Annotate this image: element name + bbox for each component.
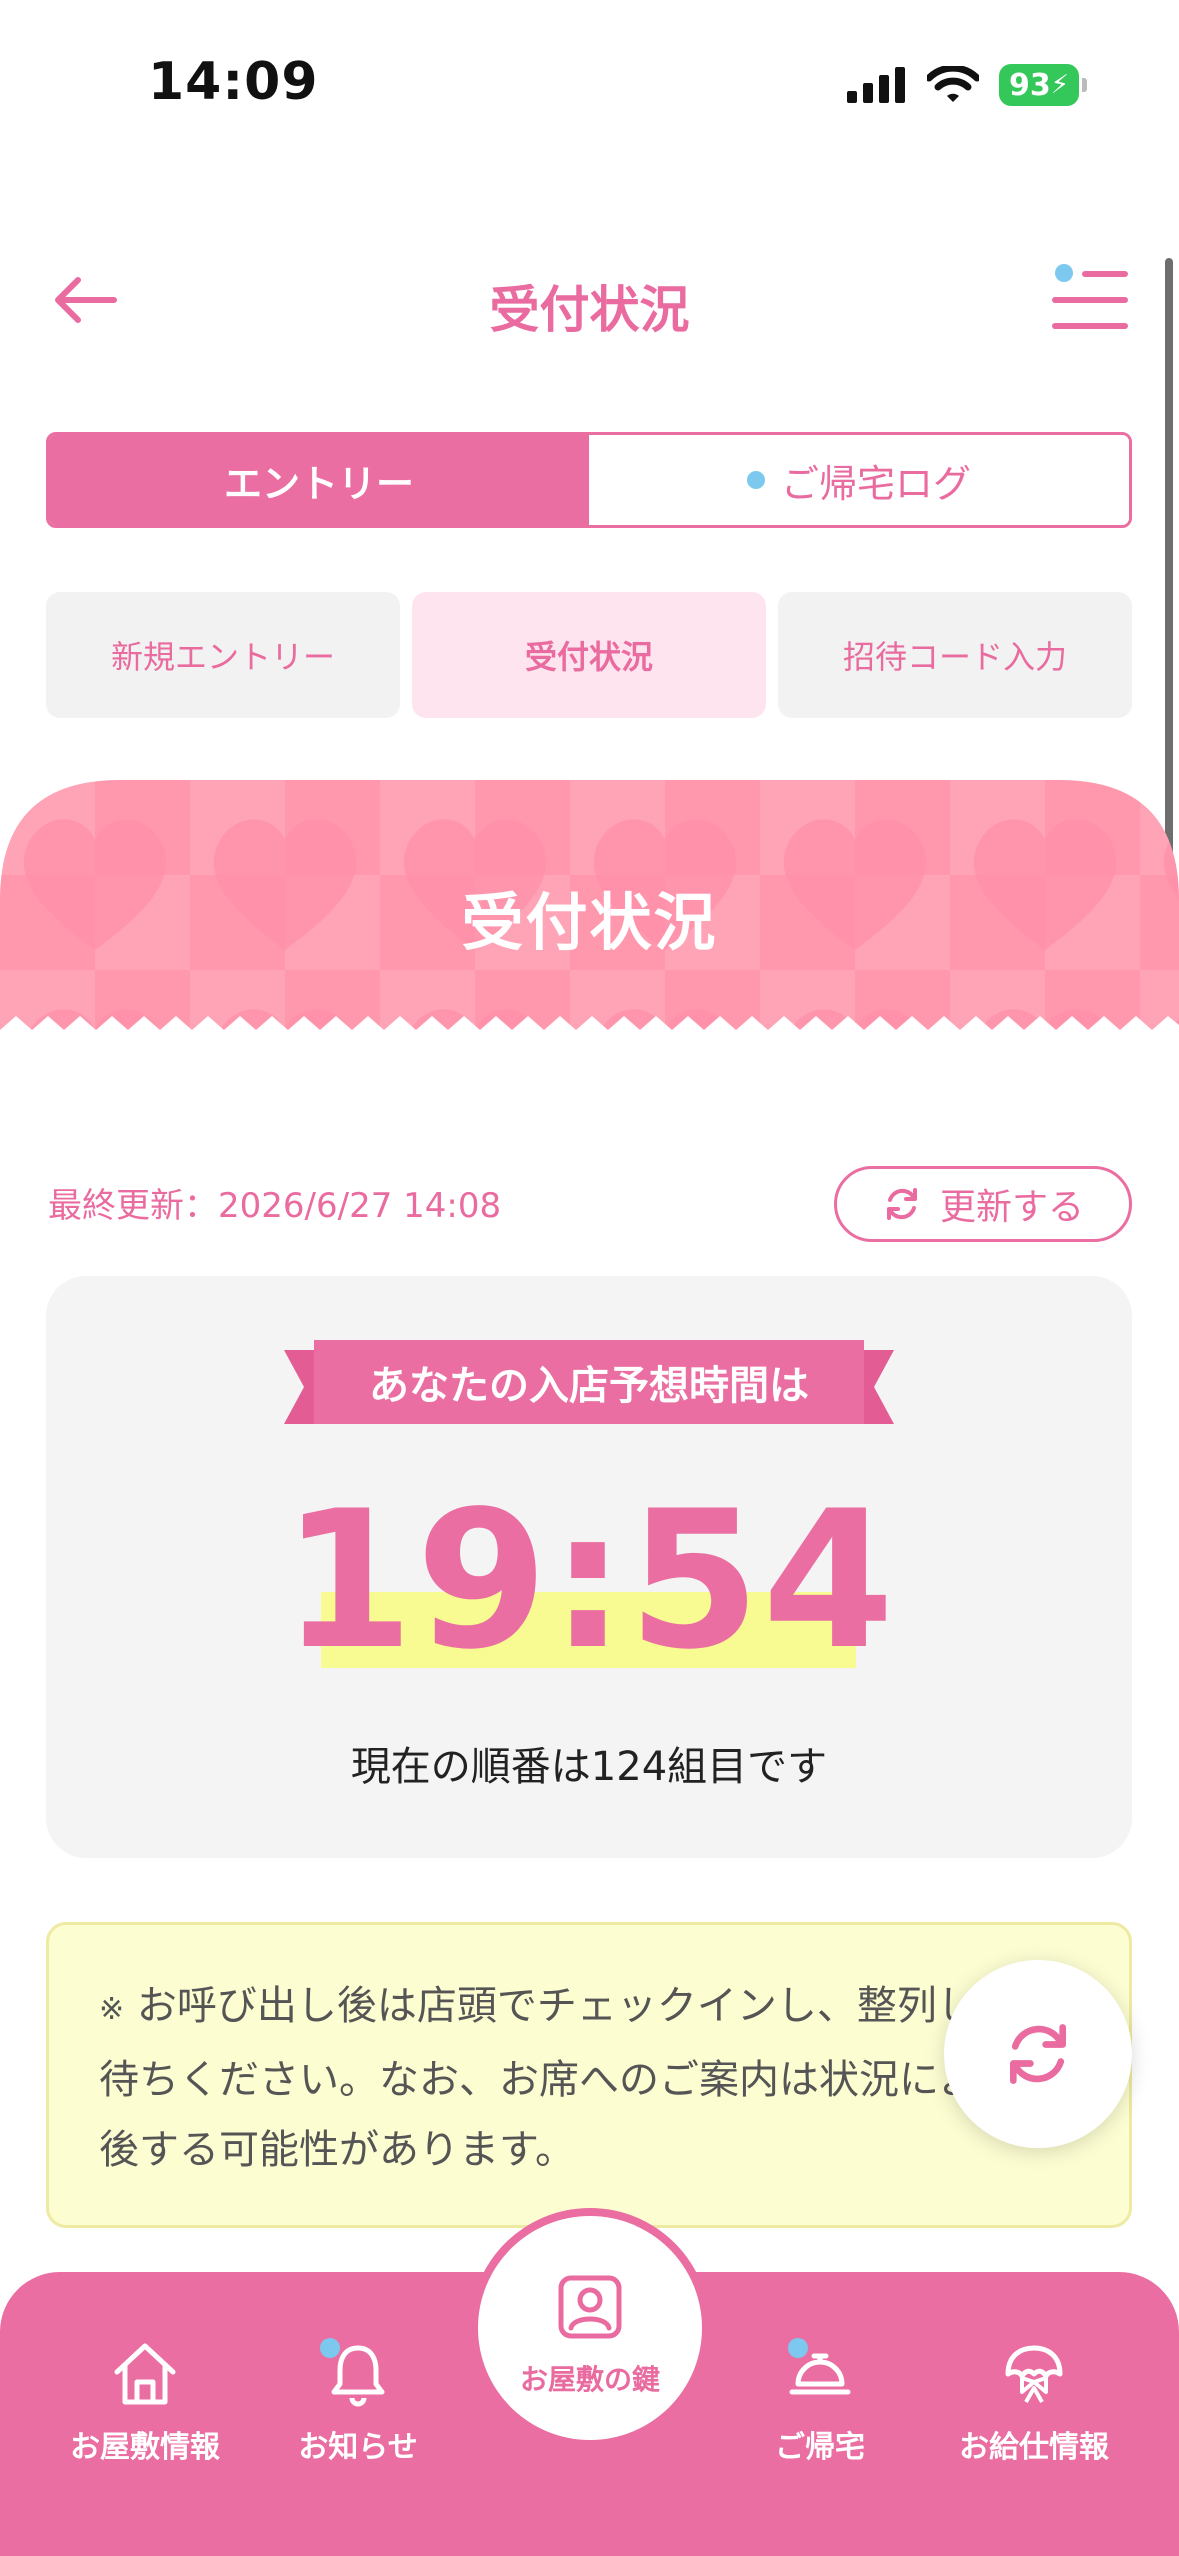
section-banner: 受付状況 xyxy=(0,780,1179,1050)
tab-label: お給仕情報 xyxy=(959,2430,1109,2465)
refresh-button[interactable]: 更新する xyxy=(834,1166,1132,1242)
notification-dot xyxy=(320,2338,340,2358)
tab-homecoming[interactable]: ご帰宅 xyxy=(720,2338,920,2466)
id-card-icon xyxy=(558,2275,622,2339)
tab-label: お屋敷情報 xyxy=(70,2430,220,2465)
maid-headdress-icon xyxy=(1005,2345,1063,2403)
tab-label: お屋敷の鍵 xyxy=(519,2363,660,2396)
refresh-icon xyxy=(1009,2024,1067,2084)
queue-order-text: 現在の順番は124組目です xyxy=(350,1744,828,1790)
notice-text: お呼び出し後は店頭でチェックインし、整列してお待ちください。なお、お席へのご案内… xyxy=(99,1983,1059,2173)
segmented-control: エントリー ご帰宅ログ xyxy=(46,432,1132,528)
status-time: 14:09 xyxy=(148,52,319,112)
tab-news[interactable]: お知らせ xyxy=(258,2338,458,2466)
tab-mansion-key[interactable]: お屋敷の鍵 xyxy=(478,2216,702,2440)
refresh-label: 更新する xyxy=(939,1187,1084,1228)
tab-label: ご帰宅 xyxy=(775,2430,865,2465)
sub-tabs: 新規エントリー 受付状況 招待コード入力 xyxy=(46,592,1132,718)
signal-icon xyxy=(847,67,905,103)
estimated-time-value: 19:54 xyxy=(281,1470,897,1691)
tab-label: お知らせ xyxy=(298,2430,418,2465)
page-header: 受付状況 xyxy=(0,240,1179,360)
refresh-icon xyxy=(886,1188,917,1220)
segment-homecoming-log[interactable]: ご帰宅ログ xyxy=(589,435,1129,525)
menu-button[interactable] xyxy=(1049,264,1129,336)
notification-dot xyxy=(788,2338,808,2358)
last-updated-text: 最終更新：2026/6/27 14:08 xyxy=(48,1186,502,1226)
notification-dot xyxy=(746,471,765,489)
last-updated-row: 最終更新：2026/6/27 14:08 更新する xyxy=(48,1166,1132,1242)
estimated-time: 19:54 xyxy=(46,1486,1132,1676)
notice-mark: ※ xyxy=(99,1992,125,2027)
tab-service-info[interactable]: お給仕情報 xyxy=(934,2338,1134,2466)
tab-invite-code[interactable]: 招待コード入力 xyxy=(778,592,1132,718)
tab-new-entry[interactable]: 新規エントリー xyxy=(46,592,400,718)
battery-icon: 93 ⚡ xyxy=(999,64,1087,106)
estimated-time-card: あなたの入店予想時間は 19:54 現在の順番は124組目です xyxy=(46,1276,1132,1858)
wifi-icon xyxy=(927,66,979,102)
notification-dot xyxy=(1055,264,1073,282)
tab-reception-status[interactable]: 受付状況 xyxy=(412,592,766,718)
status-icons: 93 ⚡ xyxy=(847,64,1087,106)
battery-level: 93 xyxy=(1008,67,1051,103)
status-bar: 14:09 93 ⚡ xyxy=(0,0,1179,170)
page-title: 受付状況 xyxy=(489,281,690,339)
tab-mansion-info[interactable]: お屋敷情報 xyxy=(45,2338,245,2466)
ribbon-banner: あなたの入店予想時間は xyxy=(284,1340,894,1432)
ribbon-text: あなたの入店予想時間は xyxy=(369,1363,809,1409)
home-icon xyxy=(114,2343,176,2405)
segment-homecoming-log-label: ご帰宅ログ xyxy=(780,461,971,506)
floating-refresh-button[interactable] xyxy=(944,1960,1132,2148)
banner-title: 受付状況 xyxy=(461,886,718,959)
segment-entry[interactable]: エントリー xyxy=(49,435,589,525)
